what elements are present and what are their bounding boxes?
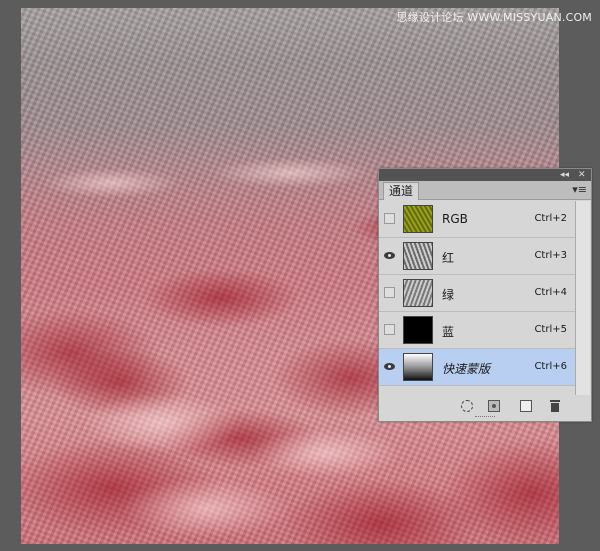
visibility-toggle-off[interactable] (384, 287, 395, 298)
channel-shortcut: Ctrl+4 (534, 287, 567, 298)
eye-icon[interactable] (384, 250, 395, 261)
delete-channel-icon[interactable] (549, 400, 561, 412)
channel-row-rgb[interactable]: RGB Ctrl+2 (379, 201, 575, 238)
channel-shortcut: Ctrl+2 (534, 213, 567, 224)
resize-grip[interactable] (475, 416, 495, 420)
tab-bar: 通道 ▾≡ (379, 181, 591, 200)
panel-titlebar[interactable]: ◂◂ ✕ (379, 169, 591, 181)
channel-name: RGB (442, 212, 468, 226)
channel-list: RGB Ctrl+2 红 Ctrl+3 绿 Ctrl+4 蓝 Ctrl+5 快速… (379, 201, 575, 386)
channels-panel: ◂◂ ✕ 通道 ▾≡ RGB Ctrl+2 红 Ctrl+3 绿 Ctrl+4 … (378, 168, 592, 422)
visibility-toggle-off[interactable] (384, 213, 395, 224)
visibility-toggle-off[interactable] (384, 324, 395, 335)
scrollbar[interactable] (575, 201, 590, 395)
eye-icon[interactable] (384, 361, 395, 372)
load-selection-icon[interactable] (461, 400, 473, 412)
close-icon[interactable]: ✕ (578, 169, 586, 181)
watermark: 思缘设计论坛 WWW.MISSYUAN.COM (396, 11, 592, 24)
channel-name: 红 (442, 251, 455, 265)
channel-thumbnail (403, 279, 433, 307)
channel-shortcut: Ctrl+6 (534, 361, 567, 372)
tab-channels[interactable]: 通道 (383, 182, 420, 200)
channel-thumbnail (403, 205, 433, 233)
channel-row-blue[interactable]: 蓝 Ctrl+5 (379, 312, 575, 349)
channel-name: 蓝 (442, 325, 455, 339)
save-selection-icon[interactable] (488, 400, 500, 412)
channel-row-green[interactable]: 绿 Ctrl+4 (379, 275, 575, 312)
channel-name: 绿 (442, 288, 455, 302)
channel-shortcut: Ctrl+5 (534, 324, 567, 335)
channel-row-quick-mask[interactable]: 快速蒙版 Ctrl+6 (379, 349, 575, 386)
channel-row-red[interactable]: 红 Ctrl+3 (379, 238, 575, 275)
panel-menu-icon[interactable]: ▾≡ (572, 184, 587, 196)
channel-thumbnail (403, 353, 433, 381)
channel-thumbnail (403, 316, 433, 344)
channel-name: 快速蒙版 (442, 362, 491, 376)
channel-shortcut: Ctrl+3 (534, 250, 567, 261)
collapse-icon[interactable]: ◂◂ (560, 169, 569, 181)
channel-thumbnail (403, 242, 433, 270)
new-channel-icon[interactable] (520, 400, 532, 412)
panel-footer (379, 395, 591, 421)
